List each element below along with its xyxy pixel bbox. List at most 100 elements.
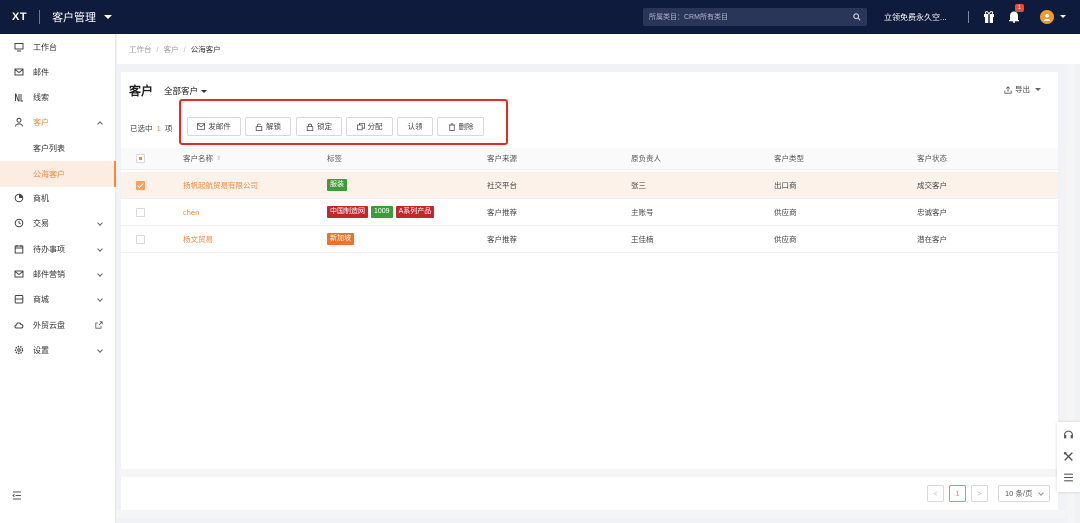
- sidebar-item-customers[interactable]: 客户: [0, 111, 116, 133]
- sidebar-item-opportunities[interactable]: 商机: [0, 187, 116, 209]
- opportunity-icon: [14, 193, 24, 203]
- sidebar-item-label: 商城: [33, 294, 49, 304]
- tag-badge: 中国制造网: [327, 206, 368, 218]
- table-row[interactable]: 扬帆起航贸易有限公司 服装 社交平台 张三 出口商 成交客户: [121, 172, 1058, 199]
- unlock-icon: [255, 123, 263, 131]
- next-page-button[interactable]: >: [971, 485, 988, 502]
- breadcrumb-item-customers[interactable]: 客户: [164, 44, 179, 55]
- breadcrumb-item-workbench[interactable]: 工作台: [129, 44, 152, 55]
- customer-name-link[interactable]: chen: [183, 199, 199, 225]
- sidebar-item-label: 外贸云盘: [33, 320, 65, 330]
- mail-icon: [14, 67, 24, 77]
- column-header-source: 客户来源: [487, 154, 517, 163]
- free-space-link[interactable]: 立领免费永久空...: [884, 12, 947, 23]
- logo[interactable]: XT: [12, 11, 27, 23]
- sidebar-item-workbench[interactable]: 工作台: [0, 36, 116, 58]
- view-select[interactable]: 全部客户: [164, 85, 208, 97]
- avatar[interactable]: [1040, 10, 1054, 24]
- sort-icon[interactable]: ⇕: [216, 155, 221, 162]
- prev-page-button[interactable]: <: [927, 485, 944, 502]
- export-button[interactable]: 导出: [1004, 84, 1041, 95]
- tag-list: 服装: [327, 172, 350, 198]
- original-owner: 主账号: [631, 207, 654, 217]
- search-placeholder: 所属类目：CRM所有类目: [649, 14, 728, 21]
- sidebar-subitem-public-customers[interactable]: 公海客户: [0, 161, 116, 187]
- sidebar-item-settings[interactable]: 设置: [0, 339, 116, 361]
- send-email-label: 发邮件: [208, 122, 231, 131]
- delete-label: 删除: [458, 122, 474, 131]
- chevron-down-icon[interactable]: [104, 15, 113, 19]
- sidebar-subitem-customer-list[interactable]: 客户列表: [0, 135, 116, 161]
- selection-count: 1: [156, 124, 161, 133]
- sidebar: 工作台 邮件 线索 客户 客户列表 公海客户 商机 交易 待办事项 邮件营销 商: [0, 34, 116, 523]
- customer-type: 供应商: [774, 234, 797, 244]
- page-horizontal-scrollbar[interactable]: [116, 510, 1066, 518]
- sidebar-item-label: 线索: [33, 92, 49, 102]
- select-all-checkbox[interactable]: [136, 154, 145, 163]
- store-icon: [14, 294, 24, 304]
- page-number-button[interactable]: 1: [949, 485, 966, 502]
- claim-button[interactable]: 认领: [397, 117, 433, 136]
- selection-suffix: 项: [164, 124, 173, 133]
- view-select-label: 全部客户: [164, 86, 199, 96]
- sidebar-item-leads[interactable]: 线索: [0, 86, 116, 108]
- table-row[interactable]: 杨文贸易 新加坡 客户推荐 王佳楠 供应商 潜在客户: [121, 226, 1058, 253]
- tag-badge: 新加坡: [327, 233, 354, 245]
- customer-status: 忠诚客户: [917, 207, 947, 217]
- gear-icon: [14, 345, 24, 355]
- menu-collapse-icon[interactable]: [12, 491, 22, 502]
- row-checkbox[interactable]: [136, 235, 145, 244]
- sidebar-item-store[interactable]: 商城: [0, 288, 116, 310]
- app-title[interactable]: 客户管理: [52, 9, 96, 25]
- table-row[interactable]: chen 中国制造网 1009 A系列产品 客户推荐 主账号 供应商 忠诚客户: [121, 199, 1058, 226]
- customer-type: 供应商: [774, 207, 797, 217]
- sidebar-item-deals[interactable]: 交易: [0, 212, 116, 234]
- customer-status: 成交客户: [917, 180, 947, 190]
- sidebar-item-email-marketing[interactable]: 邮件营销: [0, 263, 116, 285]
- sidebar-item-cloud-drive[interactable]: 外贸云盘: [0, 314, 116, 336]
- user-avatar-icon: [1043, 14, 1051, 21]
- external-link-icon[interactable]: [95, 321, 103, 331]
- column-header-name[interactable]: 客户名称 ⇕: [183, 148, 221, 169]
- send-email-button[interactable]: 发邮件: [187, 117, 241, 136]
- gift-icon[interactable]: [983, 10, 995, 23]
- sidebar-item-todos[interactable]: 待办事项: [0, 238, 116, 260]
- unlock-label: 解锁: [266, 122, 281, 131]
- caret-down-icon: [1035, 88, 1041, 91]
- customer-name-link[interactable]: 扬帆起航贸易有限公司: [183, 172, 258, 198]
- lock-button[interactable]: 锁定: [296, 117, 342, 136]
- unlock-button[interactable]: 解锁: [245, 117, 291, 136]
- tag-badge: A系列产品: [395, 206, 435, 218]
- original-owner: 张三: [631, 180, 646, 190]
- row-checkbox[interactable]: [136, 208, 145, 217]
- mail-marketing-icon: [14, 269, 24, 279]
- chevron-down-icon: [97, 220, 103, 226]
- column-header-tags: 标签: [327, 154, 342, 163]
- search-input[interactable]: 所属类目：CRM所有类目: [643, 8, 867, 26]
- row-checkbox[interactable]: [136, 181, 145, 190]
- customer-status: 潜在客户: [917, 234, 947, 244]
- breadcrumb-separator: /: [183, 44, 186, 54]
- tools-icon[interactable]: [1063, 451, 1074, 462]
- logo-divider: [39, 10, 41, 24]
- table-header: 客户名称 ⇕ 标签 客户来源 原负责人 客户类型 客户状态: [121, 148, 1058, 170]
- selection-prefix: 已选中: [130, 124, 153, 133]
- sidebar-item-mail[interactable]: 邮件: [0, 61, 116, 83]
- list-icon[interactable]: [1063, 472, 1074, 483]
- avatar-chevron-down-icon[interactable]: [1060, 15, 1066, 18]
- assign-button[interactable]: 分配: [346, 117, 393, 136]
- customer-name-link[interactable]: 杨文贸易: [183, 226, 213, 252]
- search-icon[interactable]: [853, 13, 861, 21]
- headset-icon[interactable]: [1063, 429, 1074, 440]
- sidebar-subitem-label: 客户列表: [33, 143, 65, 153]
- sidebar-item-label: 邮件营销: [33, 269, 65, 279]
- page-size-select[interactable]: 10 条/页: [998, 485, 1050, 502]
- chevron-down-icon: [97, 347, 103, 353]
- delete-button[interactable]: 删除: [437, 117, 484, 136]
- claim-label: 认领: [407, 122, 423, 131]
- customer-source: 客户推荐: [487, 207, 517, 217]
- table-horizontal-scrollbar[interactable]: [120, 469, 1058, 477]
- export-icon: [1004, 85, 1012, 94]
- selection-info: 已选中 1 项: [130, 123, 172, 134]
- trash-icon: [448, 122, 456, 131]
